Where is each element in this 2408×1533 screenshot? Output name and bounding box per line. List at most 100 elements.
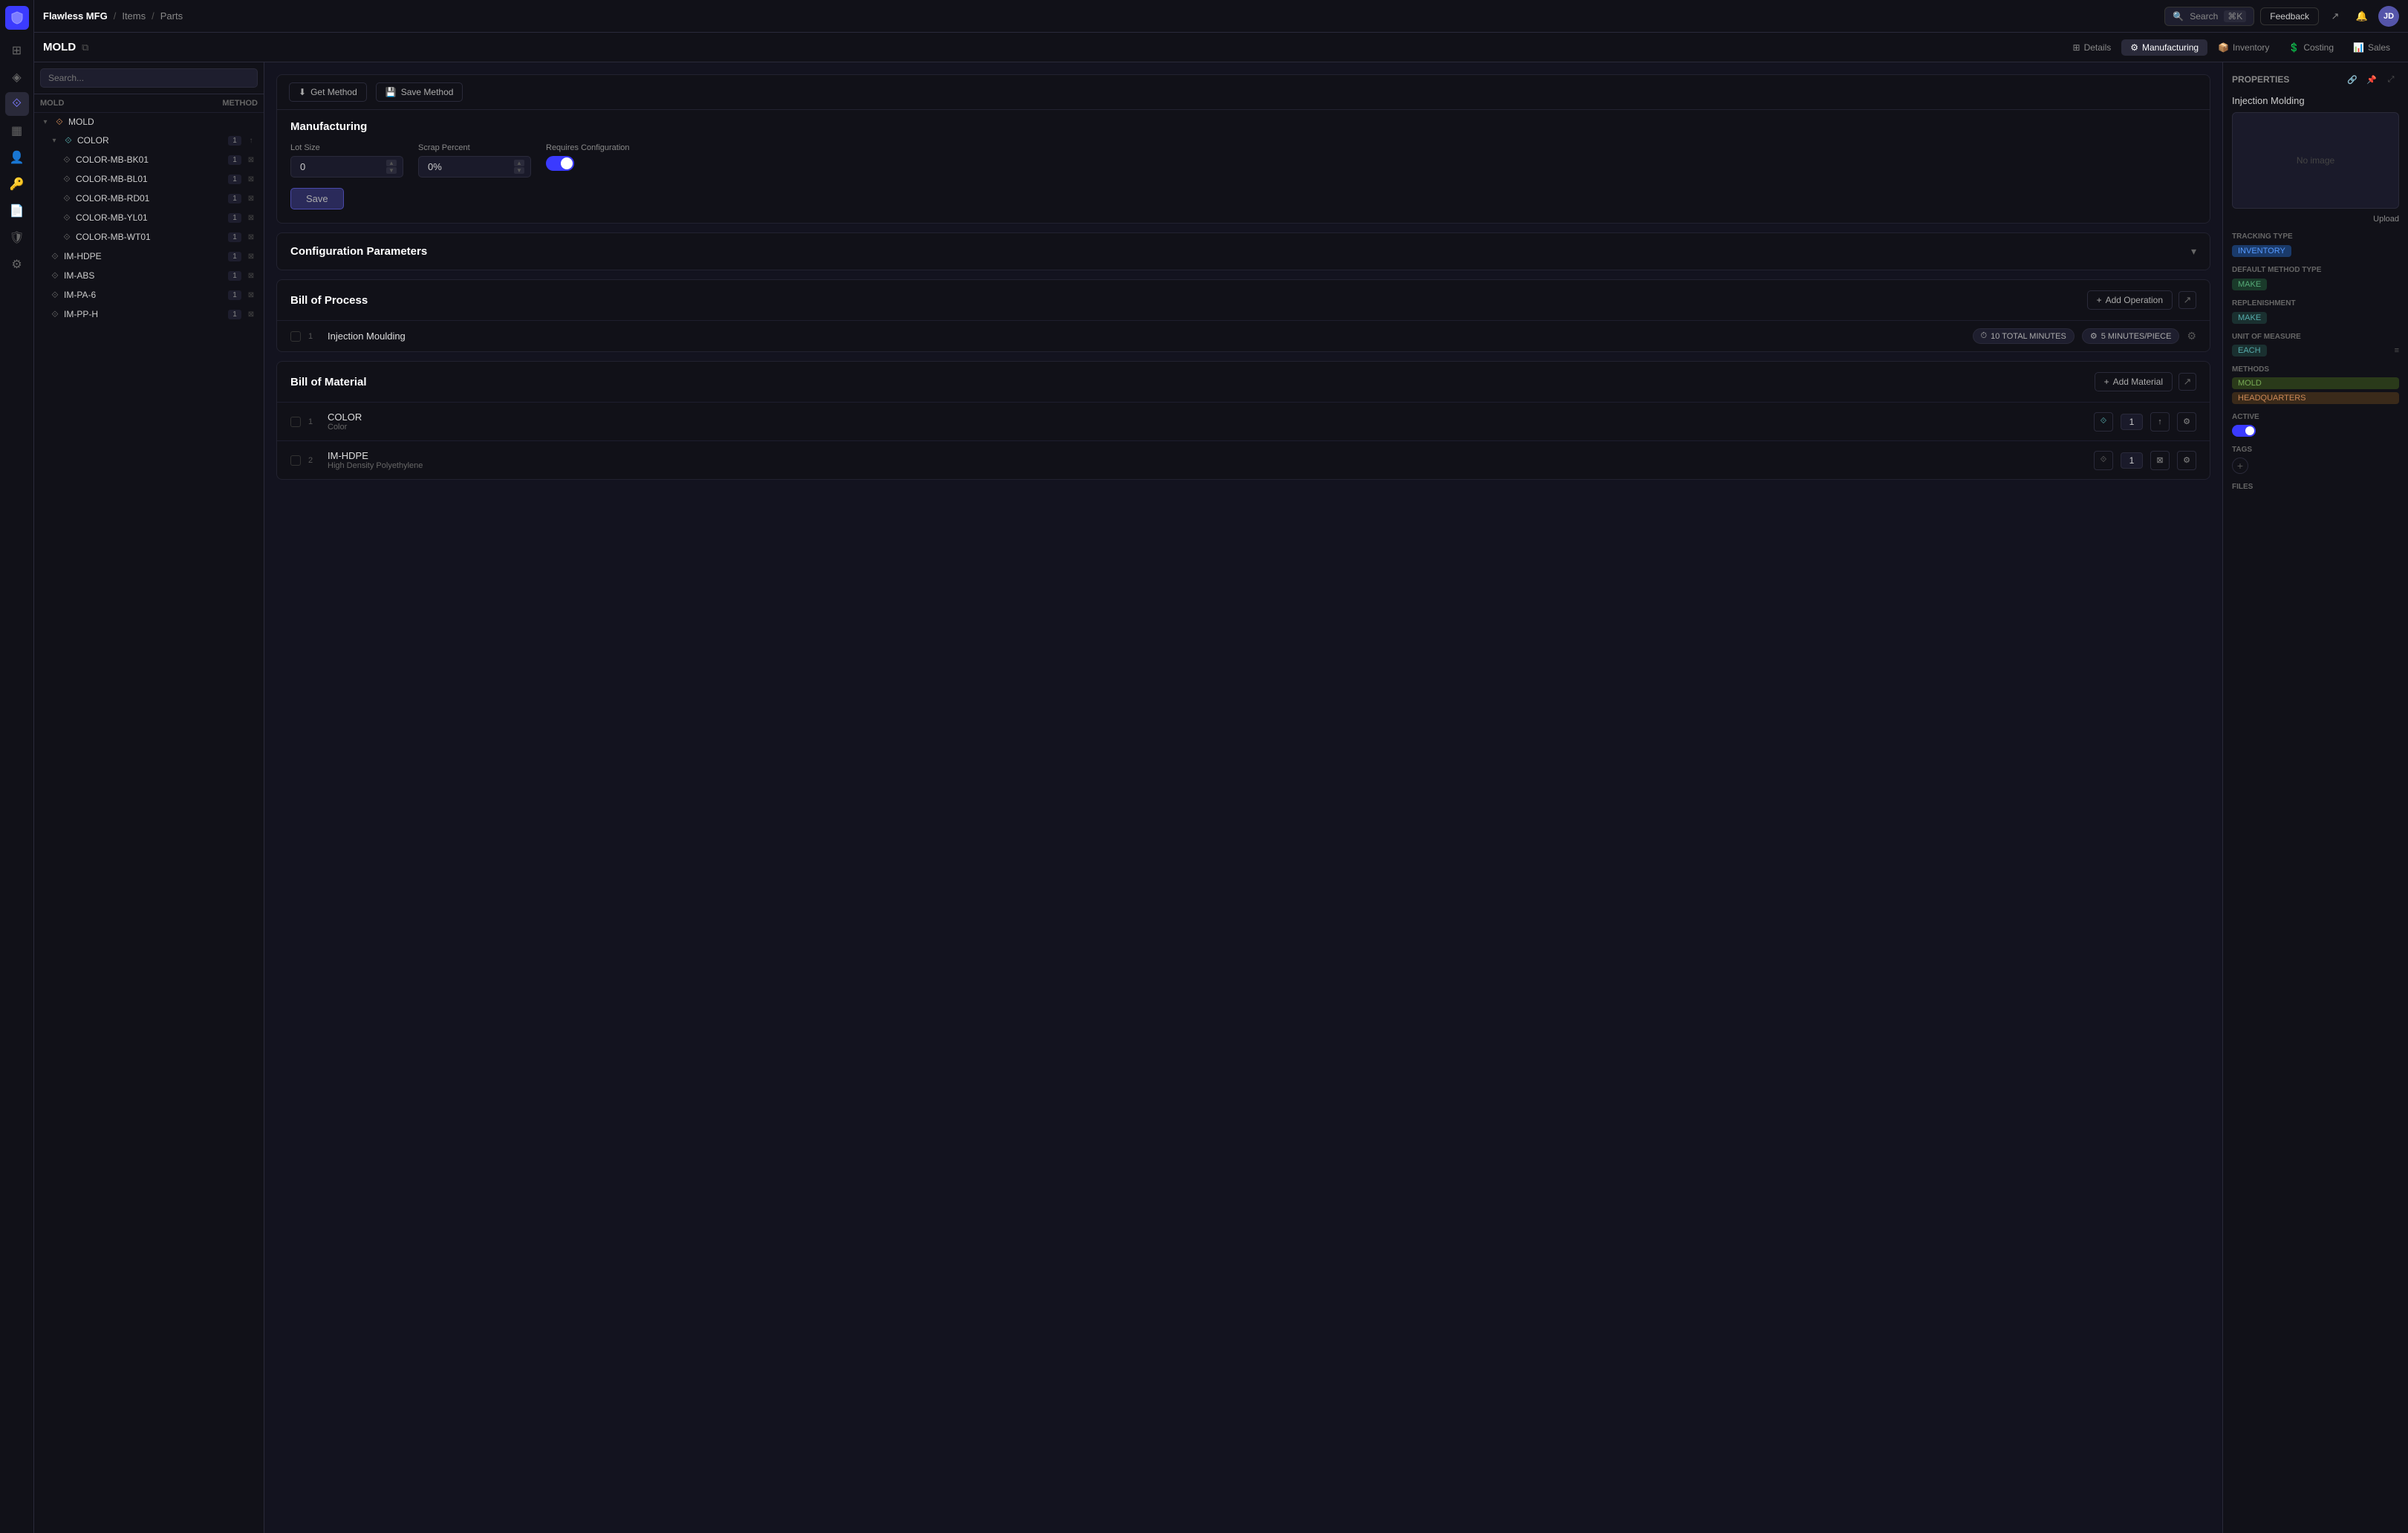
- material-checkbox-1[interactable]: [290, 417, 301, 427]
- manufacturing-card: ⬇ Get Method 💾 Save Method Manufacturing…: [276, 74, 2210, 224]
- tree-item-color-bl01[interactable]: ⟐ COLOR-MB-BL01 1 ⊠: [34, 169, 264, 189]
- bk01-action[interactable]: ⊠: [244, 153, 258, 166]
- tab-inventory[interactable]: 📦 Inventory: [2209, 39, 2278, 56]
- tab-manufacturing[interactable]: ⚙ Manufacturing: [2121, 39, 2207, 56]
- tree-item-color-bk01[interactable]: ⟐ COLOR-MB-BK01 1 ⊠: [34, 150, 264, 169]
- search-box[interactable]: 🔍 Search ⌘K: [2164, 7, 2254, 26]
- lot-size-up[interactable]: ▲: [386, 160, 397, 166]
- sidebar-item-settings[interactable]: ⚙: [5, 253, 29, 276]
- rp-pin-icon[interactable]: 📌: [2363, 71, 2380, 88]
- upload-button[interactable]: Upload: [2232, 215, 2399, 224]
- breadcrumb-parts[interactable]: Parts: [160, 10, 183, 22]
- tree-item-mold[interactable]: ▾ ⟐ MOLD: [34, 113, 264, 131]
- method-hq[interactable]: HEADQUARTERS: [2232, 392, 2399, 404]
- pph-action[interactable]: ⊠: [244, 307, 258, 321]
- default-method-value[interactable]: MAKE: [2232, 279, 2267, 290]
- material-qty-1[interactable]: 1: [2121, 414, 2143, 430]
- uom-value[interactable]: EACH: [2232, 345, 2267, 357]
- new-tab-icon[interactable]: ↗: [2325, 6, 2346, 27]
- color-share[interactable]: ↑: [244, 134, 258, 147]
- material-icon-btn-2[interactable]: ⟐: [2094, 451, 2113, 470]
- get-method-button[interactable]: ⬇ Get Method: [289, 82, 367, 102]
- right-panel-header: Properties 🔗 📌 ⤢: [2232, 71, 2399, 88]
- export-bom-icon[interactable]: ↗: [2178, 373, 2196, 391]
- tree-item-color[interactable]: ▾ ⟐ COLOR 1 ↑: [34, 131, 264, 150]
- expand-color[interactable]: ▾: [49, 135, 59, 146]
- scrap-down[interactable]: ▼: [514, 167, 524, 174]
- scrap-up[interactable]: ▲: [514, 160, 524, 166]
- tree-item-color-rd01[interactable]: ⟐ COLOR-MB-RD01 1 ⊠: [34, 189, 264, 208]
- material-sub-2: High Density Polyethylene: [328, 461, 2086, 470]
- tree-item-color-wt01[interactable]: ⟐ COLOR-MB-WT01 1 ⊠: [34, 227, 264, 247]
- hdpe-action[interactable]: ⊠: [244, 250, 258, 263]
- save-method-button[interactable]: 💾 Save Method: [376, 82, 463, 102]
- rp-maximize-icon[interactable]: ⤢: [2383, 71, 2399, 88]
- yl01-label: COLOR-MB-YL01: [76, 212, 225, 223]
- requires-config-toggle[interactable]: [546, 156, 574, 171]
- tree-item-color-yl01[interactable]: ⟐ COLOR-MB-YL01 1 ⊠: [34, 208, 264, 227]
- active-toggle-wrap: [2232, 425, 2399, 437]
- lot-size-down[interactable]: ▼: [386, 167, 397, 174]
- rp-link-icon[interactable]: 🔗: [2344, 71, 2360, 88]
- sidebar-item-docs[interactable]: 📄: [5, 199, 29, 223]
- yl01-badge: 1: [228, 213, 241, 223]
- manufacturing-save-button[interactable]: Save: [290, 188, 344, 209]
- expand-mold[interactable]: ▾: [40, 117, 51, 127]
- process-settings-icon[interactable]: ⚙: [2187, 330, 2196, 342]
- material-qty-2[interactable]: 1: [2121, 452, 2143, 469]
- process-name-1[interactable]: Injection Moulding: [328, 331, 1965, 342]
- breadcrumb-items[interactable]: Items: [122, 10, 146, 22]
- pph-badge: 1: [228, 310, 241, 319]
- sidebar-item-warehouse[interactable]: ▦: [5, 119, 29, 143]
- lot-size-input[interactable]: [297, 157, 386, 177]
- tracking-type-value[interactable]: INVENTORY: [2232, 245, 2291, 257]
- app-name[interactable]: Flawless MFG: [43, 10, 108, 22]
- tree-item-im-hdpe[interactable]: ⟐ IM-HDPE 1 ⊠: [34, 247, 264, 266]
- material-checkbox-2[interactable]: [290, 455, 301, 466]
- scrap-spinner: ▲ ▼: [514, 160, 524, 174]
- export-bop-icon[interactable]: ↗: [2178, 291, 2196, 309]
- abs-action[interactable]: ⊠: [244, 269, 258, 282]
- sidebar-item-users[interactable]: 👤: [5, 146, 29, 169]
- sidebar-item-search[interactable]: 🔑: [5, 172, 29, 196]
- active-toggle-knob: [2245, 426, 2254, 435]
- add-tag-button[interactable]: +: [2232, 458, 2248, 474]
- tree-search-input[interactable]: [40, 68, 258, 88]
- hdpe-icon: ⟐: [49, 250, 61, 262]
- material-icon-btn-1[interactable]: ⟐: [2094, 412, 2113, 432]
- replenishment-value[interactable]: MAKE: [2232, 312, 2267, 324]
- tab-costing[interactable]: 💲 Costing: [2280, 39, 2343, 56]
- yl01-action[interactable]: ⊠: [244, 211, 258, 224]
- tree-item-im-pa6[interactable]: ⟐ IM-PA-6 1 ⊠: [34, 285, 264, 305]
- material-settings-1[interactable]: ⚙: [2177, 412, 2196, 432]
- config-params-header[interactable]: Configuration Parameters ▾: [277, 233, 2210, 270]
- material-settings-2[interactable]: ⚙: [2177, 451, 2196, 470]
- feedback-button[interactable]: Feedback: [2260, 7, 2319, 25]
- material-share-1[interactable]: ↑: [2150, 412, 2170, 432]
- user-avatar[interactable]: JD: [2378, 6, 2399, 27]
- tree-item-im-abs[interactable]: ⟐ IM-ABS 1 ⊠: [34, 266, 264, 285]
- sidebar-item-shield[interactable]: 🛡: [5, 226, 29, 250]
- bl01-action[interactable]: ⊠: [244, 172, 258, 186]
- inventory-icon: 📦: [2218, 42, 2229, 53]
- method-mold[interactable]: MOLD: [2232, 377, 2399, 389]
- sidebar-item-graph[interactable]: ◈: [5, 65, 29, 89]
- tab-sales[interactable]: 📊 Sales: [2344, 39, 2399, 56]
- process-checkbox-1[interactable]: [290, 331, 301, 342]
- scrap-percent-input[interactable]: [425, 157, 514, 177]
- wt01-action[interactable]: ⊠: [244, 230, 258, 244]
- active-toggle[interactable]: [2232, 425, 2256, 437]
- uom-filter-icon[interactable]: ≡: [2395, 346, 2399, 355]
- pa6-action[interactable]: ⊠: [244, 288, 258, 302]
- rd01-action[interactable]: ⊠: [244, 192, 258, 205]
- tree-item-im-pph[interactable]: ⟐ IM-PP-H 1 ⊠: [34, 305, 264, 324]
- material-action-2[interactable]: ⊠: [2150, 451, 2170, 470]
- sidebar-item-parts[interactable]: ⟐: [5, 92, 29, 116]
- add-material-button[interactable]: + Add Material: [2095, 372, 2173, 391]
- app-logo[interactable]: [5, 6, 29, 30]
- copy-icon[interactable]: ⧉: [82, 42, 88, 53]
- tab-details[interactable]: ⊞ Details: [2064, 39, 2121, 56]
- sidebar-item-home[interactable]: ⊞: [5, 39, 29, 62]
- add-operation-button[interactable]: + Add Operation: [2087, 290, 2173, 310]
- bell-icon[interactable]: 🔔: [2352, 6, 2372, 27]
